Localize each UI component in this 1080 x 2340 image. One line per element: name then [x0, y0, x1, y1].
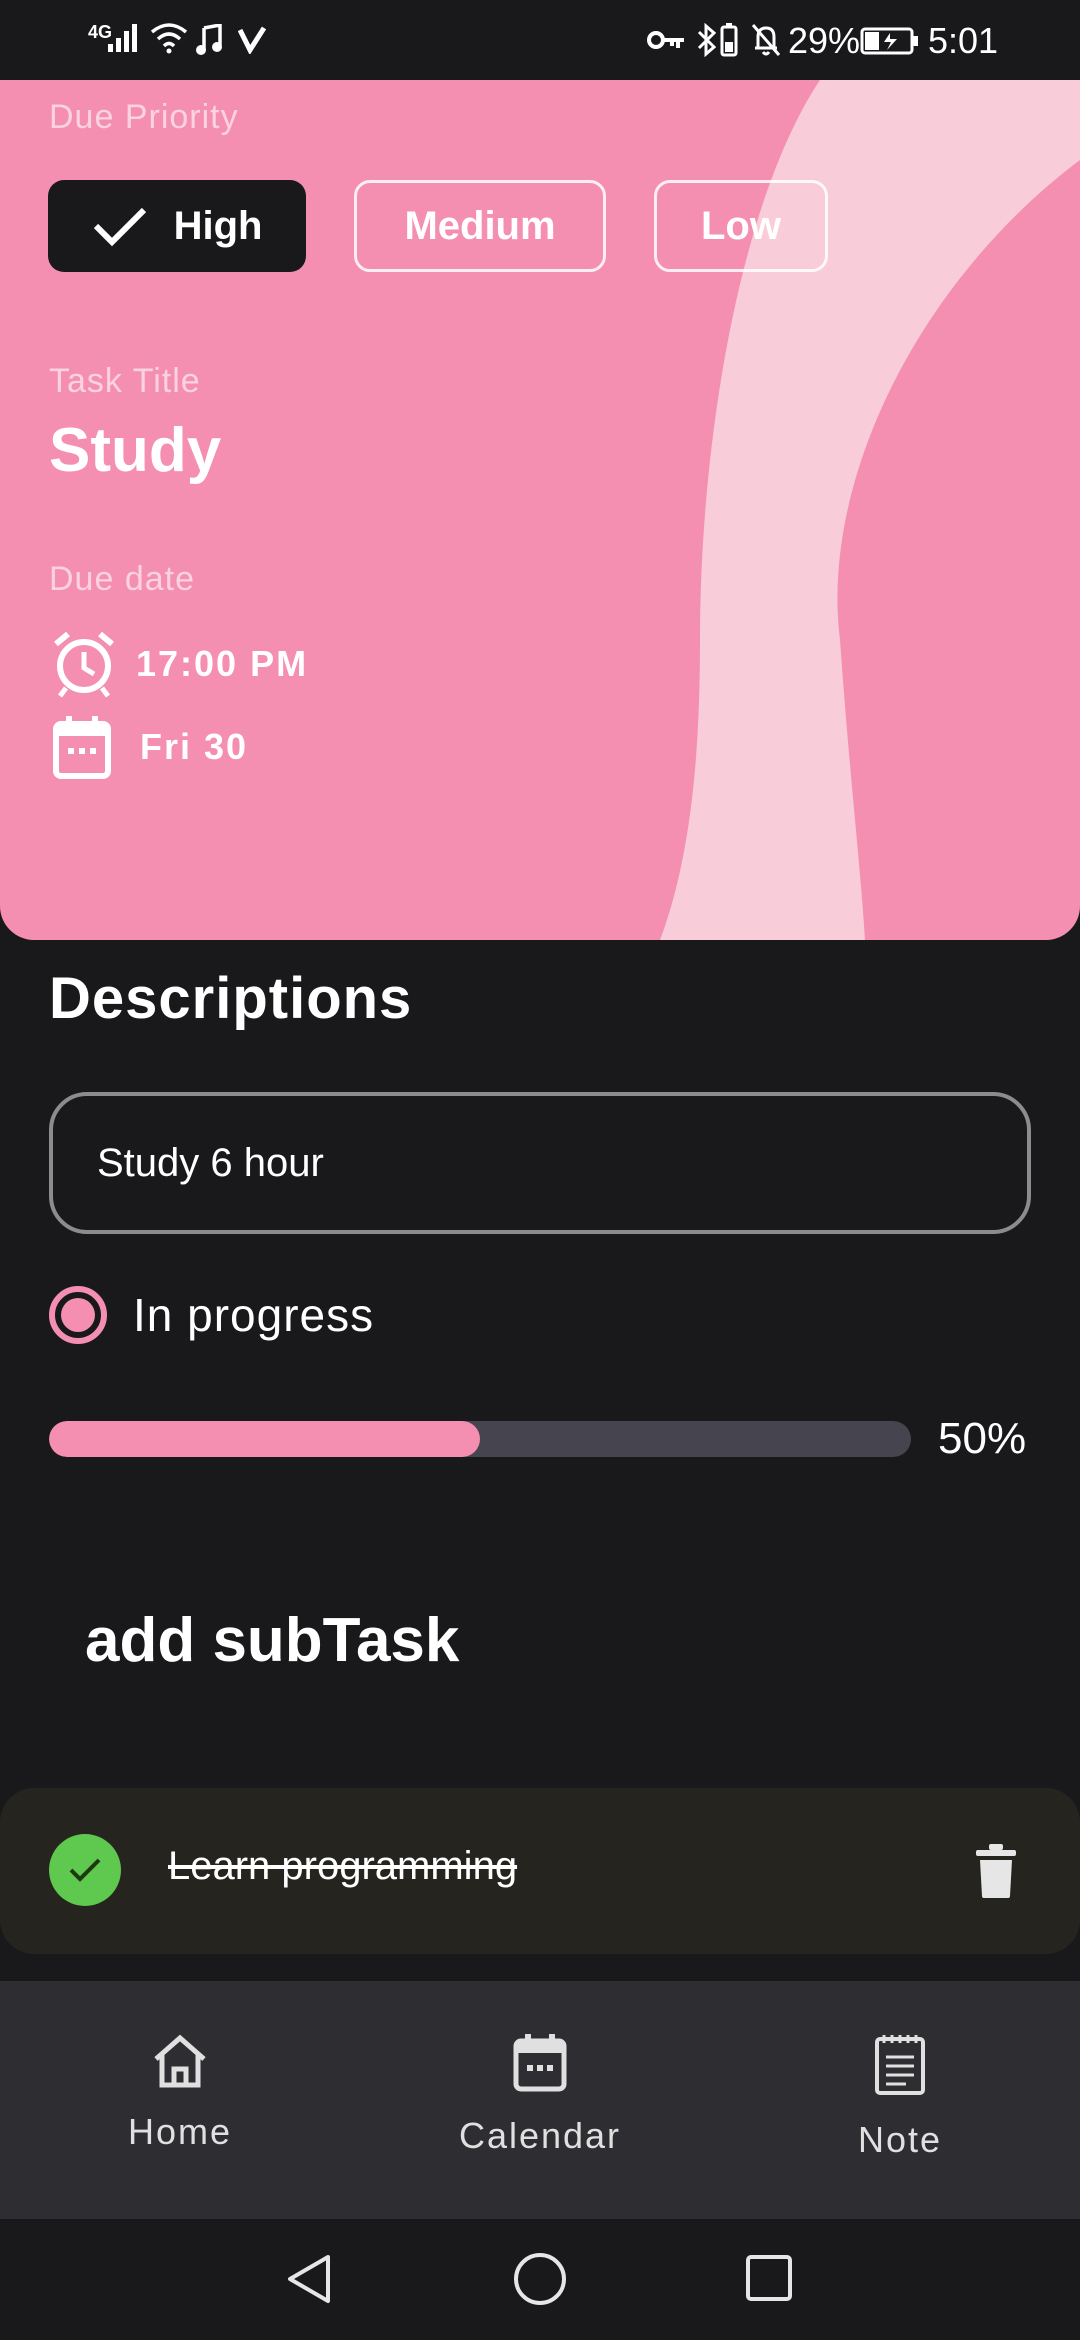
calendar-icon — [513, 2034, 567, 2092]
subtask-done-check[interactable] — [49, 1834, 121, 1906]
battery-charging-icon — [860, 27, 918, 55]
music-note-icon — [196, 24, 222, 55]
nav-item-calendar[interactable]: Calendar — [360, 1981, 720, 2219]
back-icon[interactable] — [282, 2251, 338, 2307]
bell-off-icon — [751, 24, 781, 56]
trash-icon[interactable] — [972, 1842, 1020, 1900]
nav-label-calendar: Calendar — [458, 2115, 622, 2156]
progress-fill — [49, 1421, 480, 1457]
clock-time: 5:01 — [928, 20, 999, 61]
nav-label-home: Home — [127, 2111, 233, 2152]
subtask-label: Learn programming — [168, 1844, 518, 1888]
bottom-navigation: Home Calendar Note — [0, 1981, 1080, 2219]
task-title-label: Task Title — [49, 362, 201, 400]
signal-icon — [108, 24, 137, 52]
battery-percent: 29% — [788, 20, 861, 61]
nav-item-note[interactable]: Note — [720, 1981, 1080, 2219]
home-icon — [154, 2034, 206, 2088]
list-item[interactable]: Learn programming — [0, 1788, 1080, 1954]
wifi-icon — [150, 23, 188, 54]
check-icon — [93, 207, 146, 247]
home-circle-icon[interactable] — [512, 2251, 568, 2307]
status-bar: 4G 29% 5:01 — [0, 0, 1080, 80]
due-day: Fri 30 — [140, 726, 249, 767]
radio-button[interactable] — [49, 1286, 107, 1344]
priority-high-label: High — [173, 203, 263, 248]
progress-percent: 50% — [938, 1414, 1027, 1463]
calendar-icon — [53, 716, 111, 779]
status-label: In progress — [133, 1289, 375, 1341]
battery-small-icon — [720, 23, 738, 57]
vpn-key-icon — [647, 31, 684, 49]
due-day-row[interactable]: Fri 30 — [52, 714, 248, 780]
description-value: Study 6 hour — [97, 1140, 324, 1185]
due-time-row[interactable]: 17:00 PM — [52, 630, 308, 698]
priority-low-chip[interactable]: Low — [654, 180, 828, 272]
nav-label-note: Note — [857, 2119, 943, 2160]
nav-item-home[interactable]: Home — [0, 1981, 360, 2219]
add-subtask-button[interactable]: add subTask — [85, 1605, 459, 1676]
priority-low-label: Low — [701, 203, 781, 248]
check-icon — [69, 1858, 101, 1882]
due-time: 17:00 PM — [136, 643, 309, 684]
progress-bar — [49, 1421, 911, 1457]
alarm-clock-icon — [54, 631, 114, 698]
task-title: Study — [49, 416, 222, 485]
priority-label: Due Priority — [49, 98, 239, 136]
task-header-card: Due Priority High Medium Low Task Title … — [0, 80, 1080, 940]
recent-apps-icon[interactable] — [744, 2253, 794, 2303]
priority-medium-label: Medium — [404, 203, 556, 248]
due-date-label: Due date — [49, 560, 195, 598]
note-icon — [875, 2035, 925, 2095]
app-notification-icon — [238, 26, 266, 54]
bluetooth-icon — [697, 22, 717, 58]
status-radio[interactable]: In progress — [49, 1286, 374, 1344]
priority-medium-chip[interactable]: Medium — [354, 180, 606, 272]
system-navigation-bar — [0, 2219, 1080, 2340]
description-input[interactable]: Study 6 hour — [49, 1092, 1031, 1234]
priority-high-chip[interactable]: High — [48, 180, 306, 272]
descriptions-title: Descriptions — [49, 966, 413, 1031]
